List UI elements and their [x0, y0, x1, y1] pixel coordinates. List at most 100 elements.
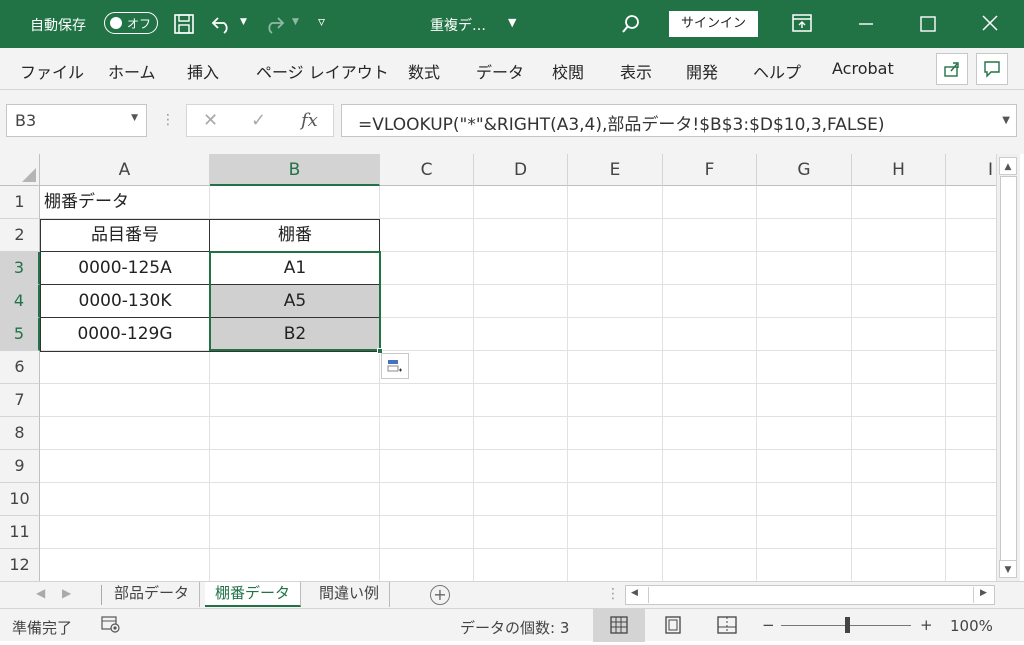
search-icon[interactable] [620, 13, 642, 38]
page-layout-view-button[interactable] [647, 609, 699, 642]
row-header-4[interactable]: 4 [0, 285, 40, 318]
undo-dropdown-icon[interactable]: ▼ [240, 17, 247, 27]
minimize-icon[interactable] [856, 13, 876, 36]
vertical-scrollbar[interactable]: ▲ ▼ [996, 154, 1020, 581]
sheet-tabs-bar: ◀ ▶ 部品データ 棚番データ 間違い例 + ⋮ ◀ ▶ [0, 581, 1024, 608]
cancel-icon[interactable]: ✕ [203, 110, 218, 131]
tab-developer[interactable]: 開発 [686, 59, 718, 83]
add-sheet-button[interactable]: + [430, 585, 450, 605]
worksheet-grid[interactable]: A B C D E F G H I 1 2 3 4 5 6 7 8 9 10 1… [0, 154, 996, 581]
cell-a4[interactable]: 0000-130K [40, 285, 210, 317]
row-header-10[interactable]: 10 [0, 483, 40, 516]
tab-formulas[interactable]: 数式 [408, 59, 440, 83]
column-header-b[interactable]: B [210, 154, 380, 186]
scroll-left-icon[interactable]: ◀ [631, 588, 638, 598]
row-header-5[interactable]: 5 [0, 318, 40, 351]
horizontal-scrollbar[interactable]: ◀ ▶ [625, 585, 995, 605]
row-header-6[interactable]: 6 [0, 351, 40, 384]
page-break-view-button[interactable] [701, 609, 753, 642]
formula-input[interactable]: =VLOOKUP("*"&RIGHT(A3,4),部品データ!$B$3:$D$1… [341, 104, 1017, 137]
maximize-icon[interactable] [918, 14, 938, 37]
cell-a1[interactable]: 棚番データ [44, 186, 129, 218]
cell-a2[interactable]: 品目番号 [40, 219, 210, 251]
normal-view-button[interactable] [593, 609, 645, 642]
autosave-state: オフ [127, 17, 152, 31]
row-header-1[interactable]: 1 [0, 186, 40, 219]
sheet-tab-parts[interactable]: 部品データ [104, 582, 201, 607]
row-header-11[interactable]: 11 [0, 516, 40, 549]
tab-page-layout[interactable]: ページ レイアウト [256, 59, 389, 83]
row-header-7[interactable]: 7 [0, 384, 40, 417]
name-box-value: B3 [15, 111, 37, 130]
undo-icon[interactable] [210, 12, 234, 37]
zoom-in-button[interactable]: + [920, 616, 933, 634]
save-icon[interactable] [173, 13, 195, 38]
title-dropdown-icon[interactable]: ▼ [508, 16, 516, 29]
sheet-tab-shelf[interactable]: 棚番データ [205, 582, 302, 607]
autosave-label: 自動保存 [30, 18, 86, 34]
row-header-12[interactable]: 12 [0, 549, 40, 581]
macro-recording-icon[interactable] [100, 614, 122, 638]
column-header-h[interactable]: H [852, 154, 946, 186]
tab-file[interactable]: ファイル [20, 59, 84, 83]
row-header-3[interactable]: 3 [0, 252, 40, 285]
tab-acrobat[interactable]: Acrobat [832, 59, 894, 78]
tab-divider [101, 585, 102, 605]
column-header-a[interactable]: A [40, 154, 210, 186]
column-header-i[interactable]: I [946, 154, 996, 186]
ribbon-display-icon[interactable] [791, 13, 813, 36]
tab-data[interactable]: データ [476, 59, 524, 83]
customize-toolbar-icon[interactable]: ▿ [318, 14, 325, 30]
zoom-out-button[interactable]: − [762, 616, 775, 634]
status-count: データの個数: 3 [460, 619, 570, 637]
formula-buttons: ✕ ✓ fx [186, 104, 334, 137]
hscroll-thumb[interactable] [648, 587, 974, 603]
scroll-thumb[interactable] [1000, 176, 1017, 564]
status-bar: 準備完了 データの個数: 3 − + 100% [0, 608, 1024, 642]
column-header-e[interactable]: E [568, 154, 663, 186]
row-header-2[interactable]: 2 [0, 219, 40, 252]
tab-home[interactable]: ホーム [108, 59, 156, 83]
row-header-8[interactable]: 8 [0, 417, 40, 450]
expand-formula-icon[interactable]: ▼ [1002, 115, 1010, 126]
more-options-icon[interactable]: ⋮ [606, 586, 620, 602]
zoom-slider-knob[interactable] [845, 617, 850, 633]
column-header-g[interactable]: G [757, 154, 852, 186]
prev-sheet-icon[interactable]: ◀ [36, 586, 45, 600]
zoom-level[interactable]: 100% [950, 617, 993, 635]
row-header-9[interactable]: 9 [0, 450, 40, 483]
cell-a5[interactable]: 0000-129G [40, 318, 210, 350]
insert-function-icon[interactable]: fx [301, 110, 318, 131]
scroll-up-icon[interactable]: ▲ [999, 157, 1017, 175]
tab-insert[interactable]: 挿入 [187, 59, 219, 83]
autosave-toggle[interactable]: オフ [104, 12, 158, 34]
document-title[interactable]: 重複デ… [430, 15, 486, 35]
close-icon[interactable] [980, 13, 1000, 36]
column-header-f[interactable]: F [663, 154, 757, 186]
comments-button[interactable] [976, 53, 1008, 85]
chevron-down-icon[interactable]: ▼ [131, 113, 138, 123]
next-sheet-icon[interactable]: ▶ [62, 586, 71, 600]
quick-analysis-icon[interactable] [381, 353, 409, 379]
sheet-tab-mistake[interactable]: 間違い例 [309, 582, 391, 607]
signin-button[interactable]: サインイン [669, 11, 758, 37]
redo-icon [262, 12, 286, 37]
cell-a3[interactable]: 0000-125A [40, 252, 210, 284]
redo-dropdown-icon: ▼ [292, 17, 299, 27]
name-box[interactable]: B3 ▼ [6, 104, 147, 137]
formula-text: =VLOOKUP("*"&RIGHT(A3,4),部品データ!$B$3:$D$1… [358, 115, 885, 135]
selection-border [209, 251, 381, 351]
scroll-right-icon[interactable]: ▶ [980, 588, 987, 598]
cell-b2[interactable]: 棚番 [210, 219, 380, 251]
tab-review[interactable]: 校閲 [552, 59, 584, 83]
column-header-d[interactable]: D [474, 154, 568, 186]
tab-view[interactable]: 表示 [620, 59, 652, 83]
more-options-icon[interactable]: ⋮ [161, 112, 175, 128]
scroll-down-icon[interactable]: ▼ [999, 560, 1017, 578]
share-button[interactable] [936, 53, 968, 85]
tab-help[interactable]: ヘルプ [753, 59, 801, 83]
enter-icon[interactable]: ✓ [251, 110, 266, 131]
formula-bar: B3 ▼ ⋮ ✕ ✓ fx =VLOOKUP("*"&RIGHT(A3,4),部… [0, 90, 1024, 154]
select-all-corner[interactable] [0, 154, 40, 186]
column-header-c[interactable]: C [380, 154, 474, 186]
